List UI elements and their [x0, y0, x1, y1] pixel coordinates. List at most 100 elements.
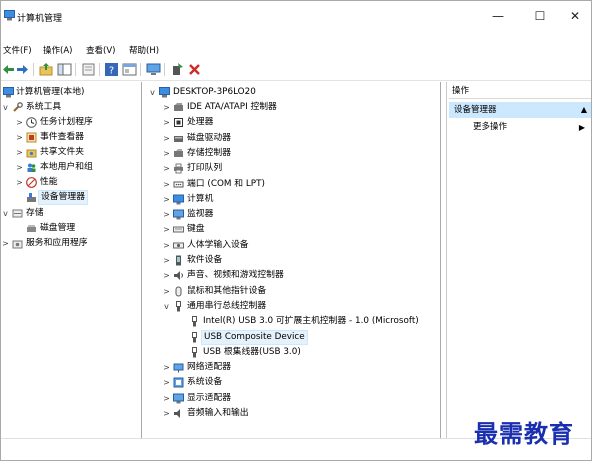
close-icon: ✕ — [569, 9, 581, 23]
expand-arrow-icon[interactable]: > — [15, 145, 24, 160]
device-tree-item-label: Intel(R) USB 3.0 可扩展主机控制器 - 1.0 (Microso… — [203, 316, 419, 327]
actions-header: 操作 — [449, 84, 591, 99]
computer-management-icon — [3, 87, 14, 98]
tree-item-label: 任务计划程序 — [40, 117, 93, 127]
users-icon — [27, 163, 36, 172]
forward-icon[interactable] — [15, 62, 30, 77]
maximize-button[interactable]: ☐ — [521, 1, 559, 31]
disk-drive-icon — [174, 135, 183, 142]
audio-icon — [174, 409, 180, 418]
back-icon[interactable] — [1, 62, 16, 77]
storage-controller-icon — [174, 148, 183, 157]
expand-arrow-icon[interactable]: > — [162, 177, 171, 192]
help-icon[interactable]: ? — [104, 62, 119, 77]
device-tree-item-label: 网络适配器 — [187, 362, 231, 373]
expand-arrow-icon[interactable]: > — [162, 100, 171, 115]
expand-arrow-icon[interactable]: v — [1, 206, 10, 221]
computer-management-icon — [4, 10, 15, 21]
device-tree-item-label: 计算机 — [187, 193, 214, 204]
expand-arrow-icon[interactable]: > — [1, 236, 10, 251]
computer-management-window: 计算机管理 — ☐ ✕ 文件(F) 操作(A) 查看(V) 帮助(H) ? 计算… — [0, 0, 592, 461]
expand-arrow-icon[interactable]: > — [162, 146, 171, 161]
expand-arrow-icon[interactable]: > — [162, 406, 171, 421]
expand-arrow-icon[interactable]: > — [162, 391, 171, 406]
device-tree-item-label: 鼠标和其他指针设备 — [187, 285, 267, 296]
actions-section-device-manager[interactable]: 设备管理器 ▲ — [449, 102, 591, 118]
expand-arrow-icon[interactable]: v — [1, 100, 10, 115]
device-tree-item-label: 软件设备 — [187, 255, 223, 265]
expand-arrow-icon[interactable]: > — [162, 192, 171, 207]
device-tree-item-label: 打印队列 — [187, 163, 223, 174]
device-tree-pane[interactable]: v DESKTOP-3P6LO20 > IDE ATA/ATAPI 控制器 > 处理器… — [144, 82, 441, 438]
vertical-scrollbar[interactable] — [441, 82, 447, 438]
menu-help[interactable]: 帮助(H) — [129, 44, 159, 56]
expand-arrow-icon[interactable]: > — [162, 131, 171, 146]
display-adapter-icon — [173, 393, 184, 404]
show-hide-tree-icon[interactable] — [57, 62, 72, 77]
navigation-tree-pane[interactable]: 计算机管理(本地) v 系统工具 > 任务计划程序 > 事件查看器 > 共享文件… — [1, 82, 142, 438]
expand-arrow-icon[interactable]: > — [15, 130, 24, 145]
monitor-icon[interactable] — [146, 62, 161, 77]
ide-controller-icon — [174, 103, 183, 111]
expand-arrow-icon[interactable]: > — [15, 160, 24, 175]
uninstall-icon[interactable] — [187, 62, 202, 77]
monitor-icon — [173, 209, 184, 220]
minimize-icon: — — [492, 9, 504, 23]
properties-icon[interactable] — [122, 62, 137, 77]
more-actions-item[interactable]: 更多操作 ▶ — [449, 120, 591, 135]
expand-arrow-icon[interactable]: > — [162, 207, 171, 222]
menu-action[interactable]: 操作(A) — [43, 44, 72, 56]
toolbar-separator — [99, 63, 100, 76]
port-icon — [173, 181, 184, 187]
scan-hardware-icon[interactable] — [170, 62, 185, 77]
actions-pane: 操作 设备管理器 ▲ 更多操作 ▶ — [449, 82, 591, 438]
mouse-icon — [175, 286, 182, 297]
event-viewer-icon — [26, 132, 37, 143]
performance-icon — [26, 177, 37, 188]
expand-arrow-icon[interactable]: > — [15, 175, 24, 190]
expand-arrow-icon[interactable]: > — [162, 161, 171, 176]
maximize-icon: ☐ — [534, 9, 546, 23]
up-folder-icon[interactable] — [39, 62, 54, 77]
clock-icon — [26, 117, 37, 128]
toolbar-separator — [75, 63, 76, 76]
expand-arrow-icon[interactable]: > — [162, 284, 171, 299]
device-tree-item-label: 人体学输入设备 — [187, 239, 249, 250]
expand-arrow-icon[interactable]: > — [162, 253, 171, 268]
system-device-icon — [173, 377, 184, 388]
expand-arrow-icon[interactable]: > — [162, 268, 171, 283]
expand-arrow-icon[interactable]: > — [162, 375, 171, 390]
tools-icon — [13, 102, 23, 112]
computer-icon — [173, 194, 184, 205]
device-tree-item-label: 音频输入和输出 — [187, 408, 249, 418]
device-tree-item-label: 监视器 — [187, 209, 214, 220]
usb-icon — [176, 300, 181, 312]
usb-device-icon — [192, 331, 197, 342]
shared-folder-icon — [26, 149, 37, 158]
svg-text:?: ? — [109, 66, 114, 77]
menu-bar: 文件(F) 操作(A) 查看(V) 帮助(H) — [1, 42, 591, 58]
processor-icon — [174, 118, 183, 128]
computer-icon — [159, 87, 170, 98]
expand-arrow-icon[interactable]: > — [15, 115, 24, 130]
export-icon[interactable] — [81, 62, 96, 77]
expand-arrow-icon[interactable]: > — [162, 115, 171, 130]
expand-arrow-icon[interactable]: > — [162, 360, 171, 375]
device-tree-item-label: 端口 (COM 和 LPT) — [187, 178, 265, 189]
close-button[interactable]: ✕ — [556, 1, 592, 31]
collapse-arrow-icon[interactable]: v — [148, 85, 157, 100]
menu-file[interactable]: 文件(F) — [3, 44, 32, 56]
menu-view[interactable]: 查看(V) — [86, 44, 115, 56]
actions-section-label: 设备管理器 — [454, 105, 497, 115]
tree-item-label: 事件查看器 — [40, 132, 84, 142]
expand-arrow-icon[interactable]: > — [162, 238, 171, 253]
device-tree-item-label: IDE ATA/ATAPI 控制器 — [187, 102, 277, 112]
collapse-up-icon[interactable]: ▲ — [581, 102, 587, 118]
title-bar[interactable]: 计算机管理 — ☐ ✕ — [1, 1, 591, 31]
device-tree-item-label: 通用串行总线控制器 — [187, 300, 267, 311]
expand-arrow-icon[interactable]: > — [162, 222, 171, 237]
toolbar-separator — [33, 63, 34, 76]
tree-item-label: 服务和应用程序 — [26, 238, 88, 248]
collapse-arrow-icon[interactable]: v — [162, 299, 171, 314]
minimize-button[interactable]: — — [479, 1, 517, 31]
